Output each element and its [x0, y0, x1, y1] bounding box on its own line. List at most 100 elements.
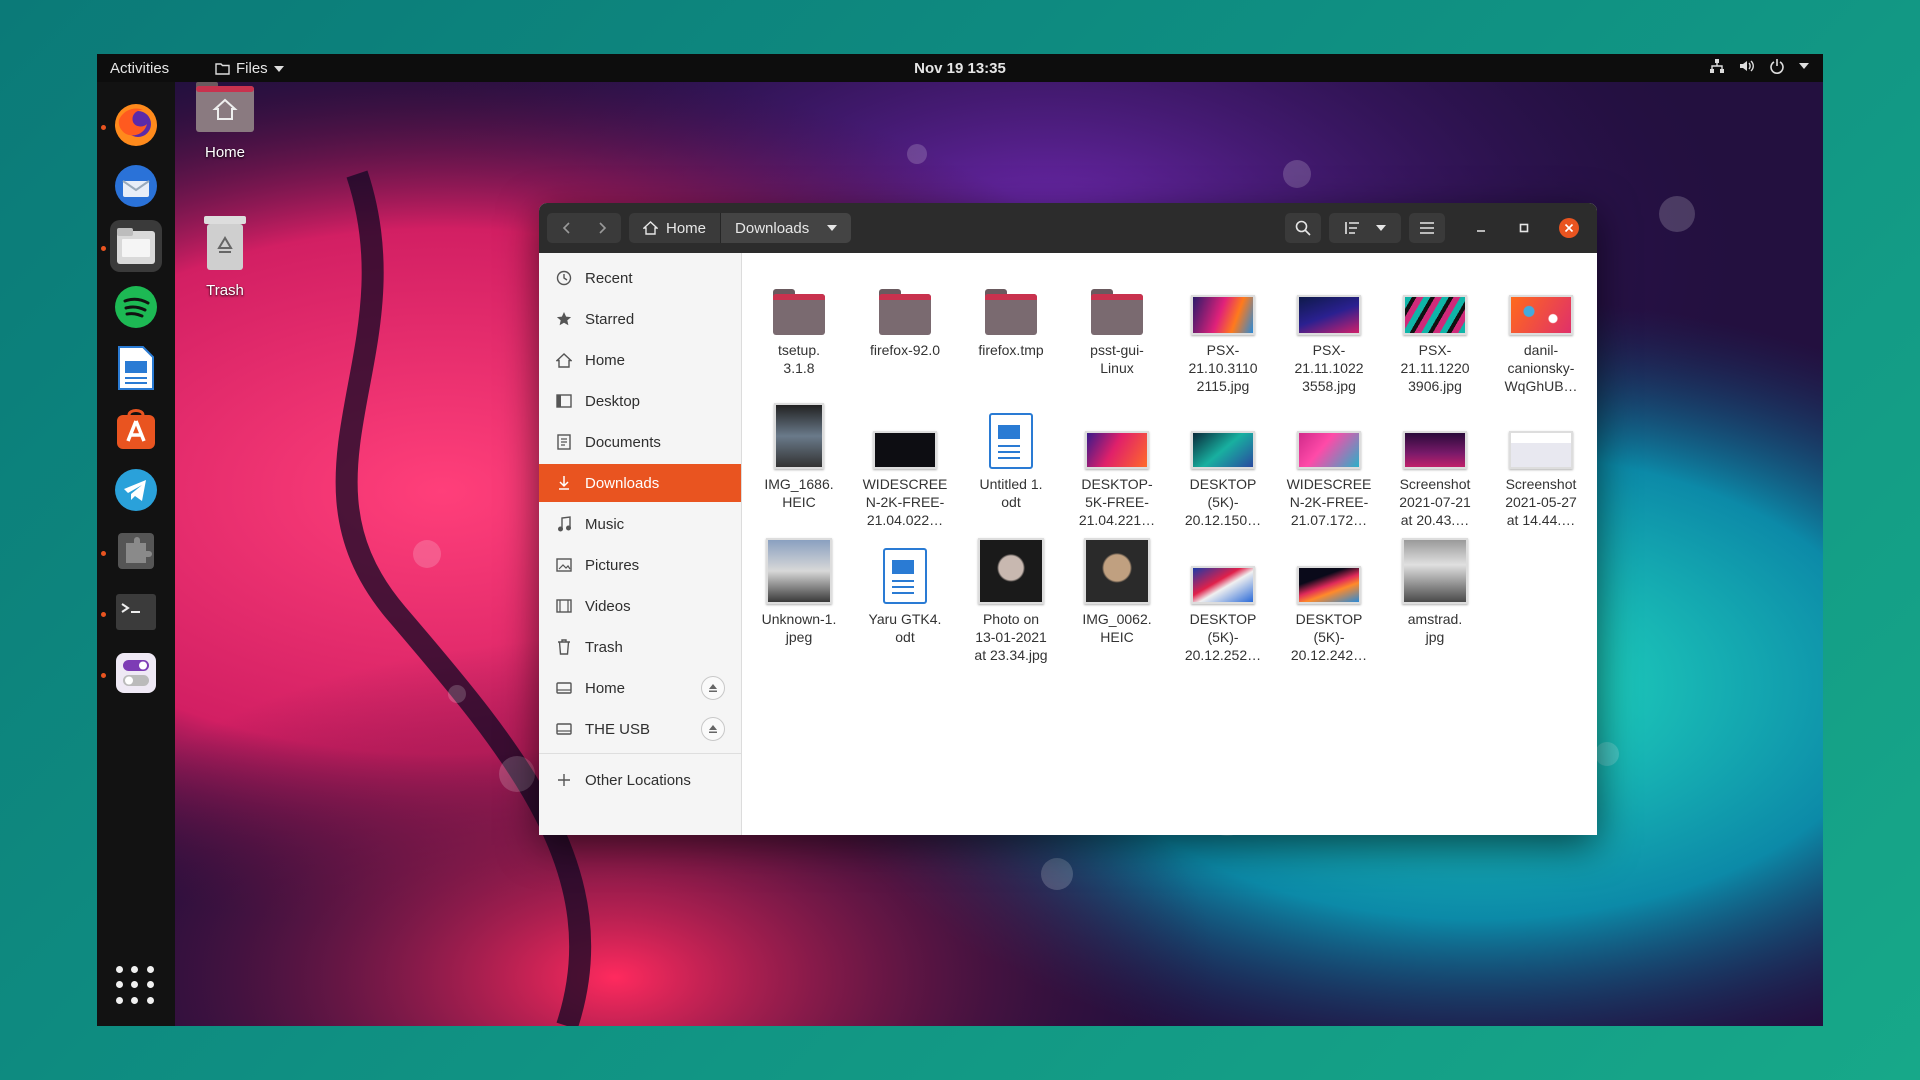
- dock-software[interactable]: [110, 403, 162, 455]
- sidebar-item-recent[interactable]: Recent: [539, 259, 741, 297]
- file-item[interactable]: psst-gui- Linux: [1067, 271, 1167, 377]
- file-item[interactable]: DESKTOP (5K)- 20.12.150…: [1173, 405, 1273, 529]
- maximize-icon: [1519, 223, 1529, 233]
- maximize-button[interactable]: [1514, 218, 1534, 238]
- sidebar-item-starred[interactable]: Starred: [539, 300, 741, 338]
- dock-thunderbird[interactable]: [110, 160, 162, 212]
- dock-spotify[interactable]: [110, 281, 162, 333]
- minimize-button[interactable]: [1471, 218, 1491, 238]
- sidebar-item-label: Recent: [585, 269, 633, 287]
- image-thumbnail: [766, 538, 832, 604]
- breadcrumb-downloads[interactable]: Downloads: [721, 213, 852, 243]
- hamburger-menu-icon: [1420, 222, 1434, 234]
- back-button[interactable]: [547, 213, 584, 243]
- running-indicator: [101, 612, 106, 617]
- sidebar-divider: [539, 753, 741, 754]
- breadcrumb-home[interactable]: Home: [629, 213, 721, 243]
- file-item[interactable]: danil- canionsky- WqGhUB…: [1491, 271, 1591, 395]
- file-item[interactable]: Screenshot 2021-05-27 at 14.44.…: [1491, 405, 1591, 529]
- image-thumbnail: [873, 431, 937, 469]
- drive-icon: [556, 723, 572, 735]
- folder-icon: [773, 289, 825, 335]
- dock-terminal[interactable]: [110, 586, 162, 638]
- sidebar-item-videos[interactable]: Videos: [539, 587, 741, 625]
- system-tray[interactable]: [1709, 58, 1809, 74]
- file-item[interactable]: DESKTOP- 5K-FREE- 21.04.221…: [1067, 405, 1167, 529]
- sidebar-item-trash[interactable]: Trash: [539, 628, 741, 666]
- network-icon: [1710, 59, 1724, 73]
- file-view: tsetup. 3.1.8 firefox-92.0 firefox.tmp p…: [742, 253, 1597, 835]
- file-item[interactable]: firefox-92.0: [855, 271, 955, 359]
- main-menu-button[interactable]: [1409, 213, 1445, 243]
- show-applications-button[interactable]: [116, 966, 156, 1006]
- file-item[interactable]: firefox.tmp: [961, 271, 1061, 359]
- dock-firefox[interactable]: [110, 99, 162, 151]
- file-name: DESKTOP- 5K-FREE- 21.04.221…: [1078, 476, 1156, 528]
- file-name: WIDESCREE N-2K-FREE- 21.07.172…: [1286, 476, 1372, 528]
- minimize-icon: [1477, 230, 1485, 232]
- top-bar: Activities Files Nov 19 13:35: [97, 54, 1823, 82]
- dock-settings[interactable]: [110, 647, 162, 699]
- close-button[interactable]: [1559, 218, 1579, 238]
- search-button[interactable]: [1285, 213, 1321, 243]
- download-icon: [559, 476, 569, 490]
- sidebar-item-pictures[interactable]: Pictures: [539, 546, 741, 584]
- desktop-trash[interactable]: Trash: [180, 214, 270, 299]
- file-item[interactable]: PSX- 21.10.3110 2115.jpg: [1173, 271, 1273, 395]
- file-name: IMG_0062. HEIC: [1082, 611, 1152, 645]
- toggle-settings-icon: [116, 653, 156, 693]
- dock-writer[interactable]: [110, 342, 162, 394]
- file-item[interactable]: WIDESCREE N-2K-FREE- 21.07.172…: [1279, 405, 1379, 529]
- sidebar-item-label: Home: [585, 351, 626, 369]
- file-name: PSX- 21.11.1220 3906.jpg: [1400, 342, 1470, 394]
- folder-icon: [1091, 289, 1143, 335]
- sidebar-item-music[interactable]: Music: [539, 505, 741, 543]
- file-item[interactable]: Photo on 13-01-2021 at 23.34.jpg: [961, 538, 1061, 664]
- file-item[interactable]: amstrad. jpg: [1385, 538, 1485, 646]
- file-item[interactable]: PSX- 21.11.1220 3906.jpg: [1385, 271, 1485, 395]
- dock-extensions[interactable]: [110, 525, 162, 577]
- file-name: IMG_1686. HEIC: [764, 476, 834, 510]
- sidebar-item-label: Home: [585, 679, 626, 697]
- file-item[interactable]: Untitled 1. odt: [961, 405, 1061, 511]
- file-item[interactable]: tsetup. 3.1.8: [749, 271, 849, 377]
- sidebar-item-label: Music: [585, 515, 625, 533]
- sidebar-item-usb[interactable]: THE USB: [539, 710, 741, 748]
- file-item[interactable]: WIDESCREE N-2K-FREE- 21.04.022…: [855, 405, 955, 529]
- sidebar-item-documents[interactable]: Documents: [539, 423, 741, 461]
- home-icon: [643, 221, 658, 235]
- document-icon: [989, 413, 1033, 469]
- image-thumbnail: [1403, 295, 1467, 335]
- image-thumbnail: [1509, 431, 1573, 469]
- sidebar-item-label: Other Locations: [585, 771, 691, 789]
- file-name: tsetup. 3.1.8: [777, 342, 821, 376]
- forward-button[interactable]: [584, 213, 621, 243]
- eject-button[interactable]: [701, 676, 725, 700]
- file-item[interactable]: DESKTOP (5K)- 20.12.242…: [1279, 540, 1379, 664]
- file-item[interactable]: IMG_1686. HEIC: [749, 403, 849, 511]
- sidebar-item-downloads[interactable]: Downloads: [539, 464, 741, 502]
- file-name: Screenshot 2021-05-27 at 14.44.…: [1505, 476, 1577, 528]
- drive-icon: [556, 682, 572, 694]
- sidebar-item-home[interactable]: Home: [539, 341, 741, 379]
- file-item[interactable]: Screenshot 2021-07-21 at 20.43.…: [1385, 405, 1485, 529]
- view-options-button[interactable]: [1329, 213, 1401, 243]
- sidebar-item-other-locations[interactable]: Other Locations: [539, 761, 741, 799]
- file-item[interactable]: DESKTOP (5K)- 20.12.252…: [1173, 540, 1273, 664]
- file-item[interactable]: Unknown-1. jpeg: [749, 538, 849, 646]
- sidebar-item-home-drive[interactable]: Home: [539, 669, 741, 707]
- file-item[interactable]: IMG_0062. HEIC: [1067, 538, 1167, 646]
- folder-icon: [985, 289, 1037, 335]
- file-name: WIDESCREE N-2K-FREE- 21.04.022…: [862, 476, 948, 528]
- clock[interactable]: Nov 19 13:35: [97, 60, 1823, 77]
- file-item[interactable]: PSX- 21.11.1022 3558.jpg: [1279, 271, 1379, 395]
- terminal-icon: [116, 594, 156, 630]
- eject-button[interactable]: [701, 717, 725, 741]
- image-thumbnail: [978, 538, 1044, 604]
- file-item[interactable]: Yaru GTK4. odt: [855, 540, 955, 646]
- dock-telegram[interactable]: [110, 464, 162, 516]
- music-icon: [558, 516, 571, 532]
- dock-files[interactable]: [110, 220, 162, 272]
- sidebar-item-desktop[interactable]: Desktop: [539, 382, 741, 420]
- desktop-home[interactable]: Home: [180, 80, 270, 161]
